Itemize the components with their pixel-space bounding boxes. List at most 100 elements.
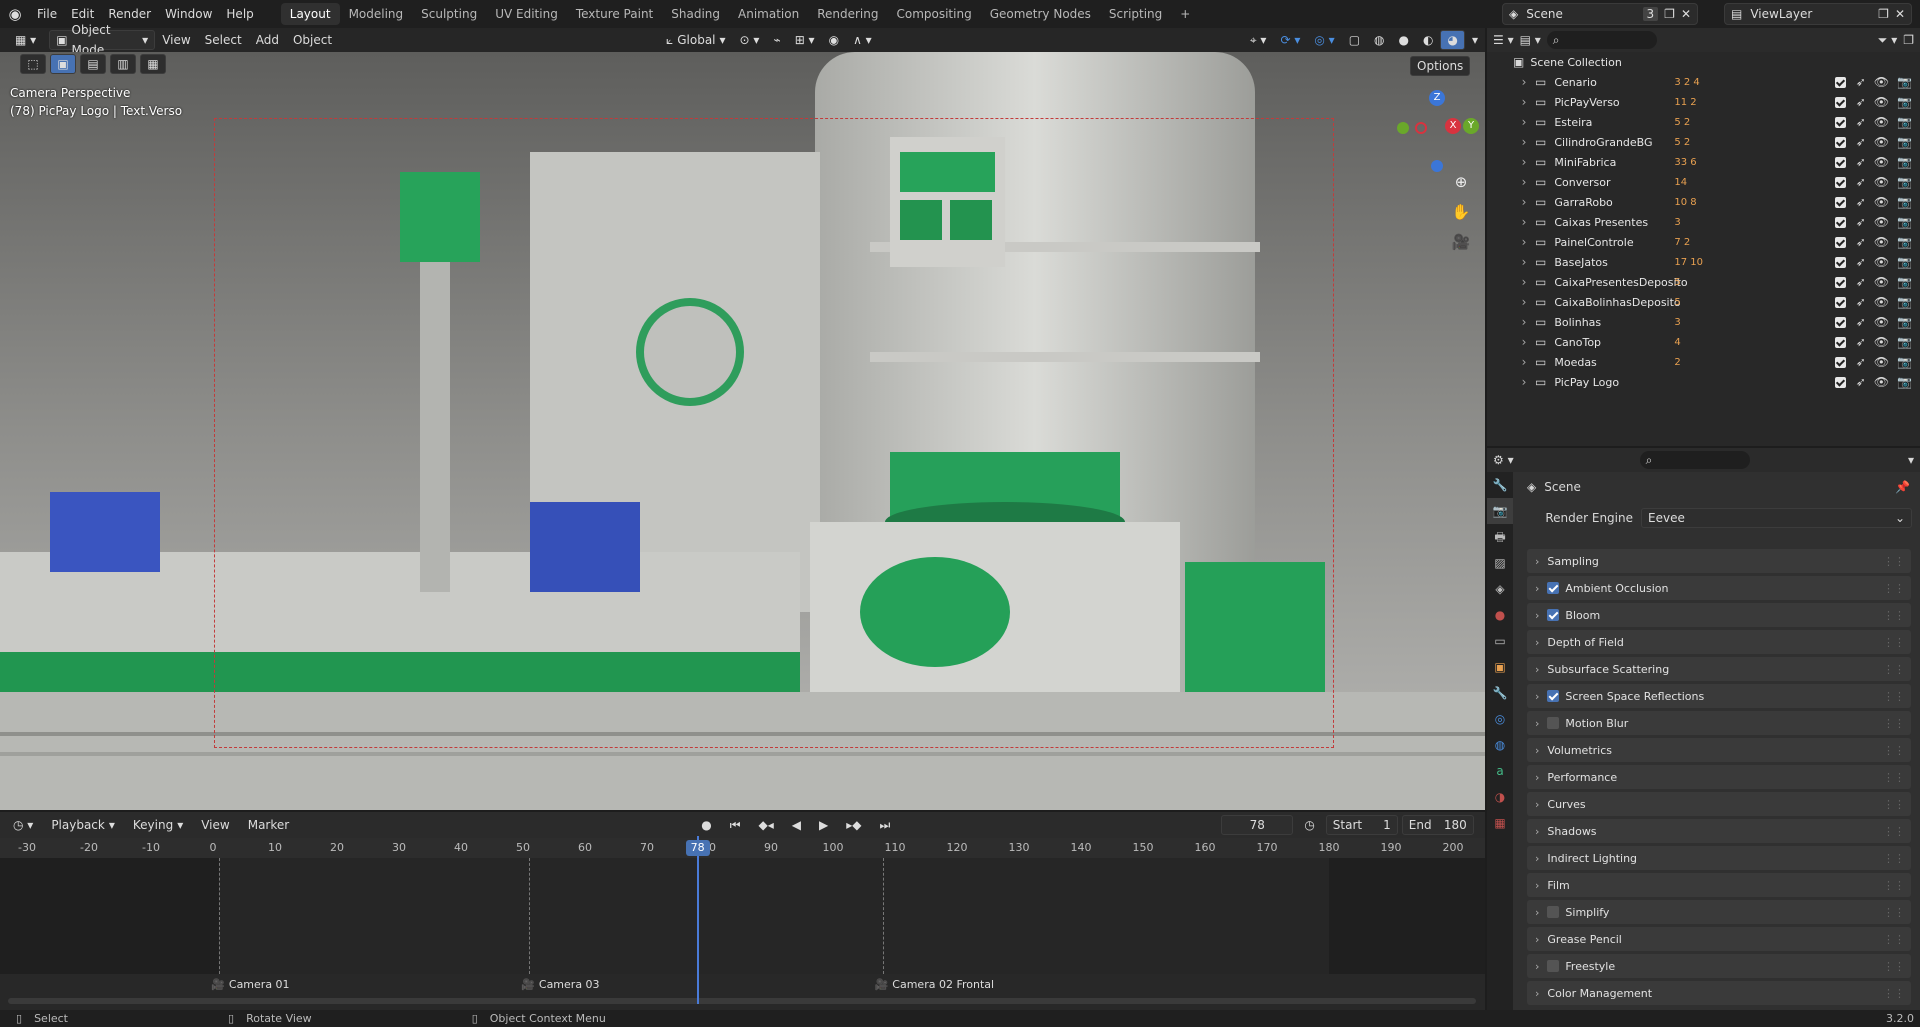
exclude-checkbox[interactable] xyxy=(1834,136,1846,148)
properties-section[interactable]: › Indirect Lighting ⋮⋮ xyxy=(1527,846,1911,870)
exclude-checkbox[interactable] xyxy=(1834,336,1846,348)
exclude-checkbox[interactable] xyxy=(1834,156,1846,168)
eye-icon[interactable]: 👁 xyxy=(1874,215,1889,229)
properties-section[interactable]: › Grease Pencil ⋮⋮ xyxy=(1527,927,1911,951)
camera-render-icon[interactable]: 📷 xyxy=(1897,275,1912,289)
selectable-arrow-icon[interactable]: ➶ xyxy=(1856,215,1866,229)
view-layer-selector[interactable]: ▤ ViewLayer ❐ ✕ xyxy=(1724,3,1912,25)
frame-ruler[interactable]: -30-20-100102030405060708090100110120130… xyxy=(0,838,1485,858)
drag-handle-icon[interactable]: ⋮⋮ xyxy=(1883,933,1905,946)
menu-window[interactable]: Window xyxy=(158,3,219,25)
properties-section[interactable]: › Motion Blur ⋮⋮ xyxy=(1527,711,1911,735)
scene-collection-row[interactable]: ▣ Scene Collection xyxy=(1487,52,1920,72)
section-enable-checkbox[interactable] xyxy=(1547,960,1560,972)
drag-handle-icon[interactable]: ⋮⋮ xyxy=(1883,906,1905,919)
visibility-icon[interactable]: ⌖ ▾ xyxy=(1243,30,1274,50)
gizmo-icon[interactable]: ⟳ ▾ xyxy=(1273,30,1307,50)
outliner-row[interactable]: › ▭ PicPayVerso 11 2 ➶ 👁 📷 xyxy=(1487,92,1920,112)
tool-select-icon[interactable]: ⬚ xyxy=(20,54,46,74)
exclude-checkbox[interactable] xyxy=(1834,376,1846,388)
properties-section[interactable]: › Performance ⋮⋮ xyxy=(1527,765,1911,789)
selectable-arrow-icon[interactable]: ➶ xyxy=(1856,75,1866,89)
eye-icon[interactable]: 👁 xyxy=(1874,155,1889,169)
properties-section[interactable]: › Screen Space Reflections ⋮⋮ xyxy=(1527,684,1911,708)
expand-arrow-icon[interactable]: › xyxy=(1513,235,1535,249)
editor-type-icon[interactable]: ◷ ▾ xyxy=(6,815,40,835)
outliner-row[interactable]: › ▭ PicPay Logo ➶ 👁 📷 xyxy=(1487,372,1920,392)
select-box-invert-icon[interactable]: ▦ xyxy=(140,54,166,74)
menu-file[interactable]: File xyxy=(30,3,64,25)
properties-section[interactable]: › Color Management ⋮⋮ xyxy=(1527,981,1911,1005)
drag-handle-icon[interactable]: ⋮⋮ xyxy=(1883,663,1905,676)
play-reverse-icon[interactable]: ◀ xyxy=(785,815,808,835)
section-enable-checkbox[interactable] xyxy=(1547,690,1560,702)
expand-arrow-icon[interactable]: › xyxy=(1513,335,1535,349)
timeline-view-menu[interactable]: View xyxy=(194,814,236,836)
outliner-row[interactable]: › ▭ Moedas 2 ➶ 👁 📷 xyxy=(1487,352,1920,372)
selectable-arrow-icon[interactable]: ➶ xyxy=(1856,295,1866,309)
outliner-row[interactable]: › ▭ PainelControle 7 2 ➶ 👁 📷 xyxy=(1487,232,1920,252)
exclude-checkbox[interactable] xyxy=(1834,176,1846,188)
playback-menu[interactable]: Playback ▾ xyxy=(44,815,122,835)
expand-arrow-icon[interactable]: › xyxy=(1513,95,1535,109)
drag-handle-icon[interactable]: ⋮⋮ xyxy=(1883,852,1905,865)
timeline-scrollbar[interactable] xyxy=(8,998,1476,1004)
eye-icon[interactable]: 👁 xyxy=(1874,375,1889,389)
proportional-edit-icon[interactable]: ◉ xyxy=(822,30,846,50)
display-mode-icon[interactable]: ▤ ▾ xyxy=(1520,33,1541,47)
select-box-new-icon[interactable]: ▣ xyxy=(50,54,76,74)
tab-scripting[interactable]: Scripting xyxy=(1100,3,1171,25)
exclude-checkbox[interactable] xyxy=(1834,356,1846,368)
camera-render-icon[interactable]: 📷 xyxy=(1897,75,1912,89)
texture-tab-icon[interactable]: ▦ xyxy=(1487,810,1513,836)
expand-arrow-icon[interactable]: › xyxy=(1513,255,1535,269)
eye-icon[interactable]: 👁 xyxy=(1874,355,1889,369)
playhead-frame-label[interactable]: 78 xyxy=(685,840,710,856)
camera-render-icon[interactable]: 📷 xyxy=(1897,295,1912,309)
keying-menu[interactable]: Keying ▾ xyxy=(126,815,190,835)
selectable-arrow-icon[interactable]: ➶ xyxy=(1856,355,1866,369)
selectable-arrow-icon[interactable]: ➶ xyxy=(1856,335,1866,349)
expand-arrow-icon[interactable]: › xyxy=(1513,375,1535,389)
selectable-arrow-icon[interactable]: ➶ xyxy=(1856,135,1866,149)
drag-handle-icon[interactable]: ⋮⋮ xyxy=(1883,744,1905,757)
xray-icon[interactable]: ▢ xyxy=(1342,30,1367,50)
eye-icon[interactable]: 👁 xyxy=(1874,95,1889,109)
properties-search-input[interactable]: ⌕ xyxy=(1639,451,1750,469)
exclude-checkbox[interactable] xyxy=(1834,256,1846,268)
outliner-row[interactable]: › ▭ GarraRobo 10 8 ➶ 👁 📷 xyxy=(1487,192,1920,212)
end-frame-field[interactable]: End 180 xyxy=(1401,815,1474,835)
playhead[interactable] xyxy=(696,836,699,1004)
eye-icon[interactable]: 👁 xyxy=(1874,135,1889,149)
editor-type-icon[interactable]: ▦ ▾ xyxy=(8,30,43,50)
timeline-marker-menu[interactable]: Marker xyxy=(241,814,296,836)
material-shading-icon[interactable]: ◐ xyxy=(1416,30,1440,50)
drag-handle-icon[interactable]: ⋮⋮ xyxy=(1883,987,1905,1000)
drag-handle-icon[interactable]: ⋮⋮ xyxy=(1883,717,1905,730)
axis-neg-z[interactable] xyxy=(1431,160,1443,172)
3d-viewport[interactable]: Camera Perspective (78) PicPay Logo | Te… xyxy=(0,52,1485,810)
chevron-down-icon[interactable]: ▾ xyxy=(1908,453,1914,467)
outliner-row[interactable]: › ▭ CanoTop 4 ➶ 👁 📷 xyxy=(1487,332,1920,352)
eye-icon[interactable]: 👁 xyxy=(1874,115,1889,129)
camera-render-icon[interactable]: 📷 xyxy=(1897,355,1912,369)
expand-arrow-icon[interactable]: › xyxy=(1513,275,1535,289)
wireframe-shading-icon[interactable]: ◍ xyxy=(1367,30,1391,50)
axis-z[interactable]: Z xyxy=(1429,90,1445,106)
outliner-row[interactable]: › ▭ Bolinhas 3 ➶ 👁 📷 xyxy=(1487,312,1920,332)
pan-hand-icon[interactable]: ✋ xyxy=(1449,200,1473,224)
menu-help[interactable]: Help xyxy=(219,3,260,25)
eye-icon[interactable]: 👁 xyxy=(1874,175,1889,189)
exclude-checkbox[interactable] xyxy=(1834,296,1846,308)
render-engine-dropdown[interactable]: Eevee ⌄ xyxy=(1641,508,1912,528)
eye-icon[interactable]: 👁 xyxy=(1874,335,1889,349)
transform-orientation-dropdown[interactable]: ⟀ Global ▾ xyxy=(659,30,733,50)
drag-handle-icon[interactable]: ⋮⋮ xyxy=(1883,582,1905,595)
selectable-arrow-icon[interactable]: ➶ xyxy=(1856,115,1866,129)
exclude-checkbox[interactable] xyxy=(1834,316,1846,328)
outliner-row[interactable]: › ▭ BaseJatos 17 10 ➶ 👁 📷 xyxy=(1487,252,1920,272)
tab-layout[interactable]: Layout xyxy=(280,3,340,25)
select-box-extend-icon[interactable]: ▤ xyxy=(80,54,106,74)
camera-render-icon[interactable]: 📷 xyxy=(1897,115,1912,129)
selectable-arrow-icon[interactable]: ➶ xyxy=(1856,195,1866,209)
